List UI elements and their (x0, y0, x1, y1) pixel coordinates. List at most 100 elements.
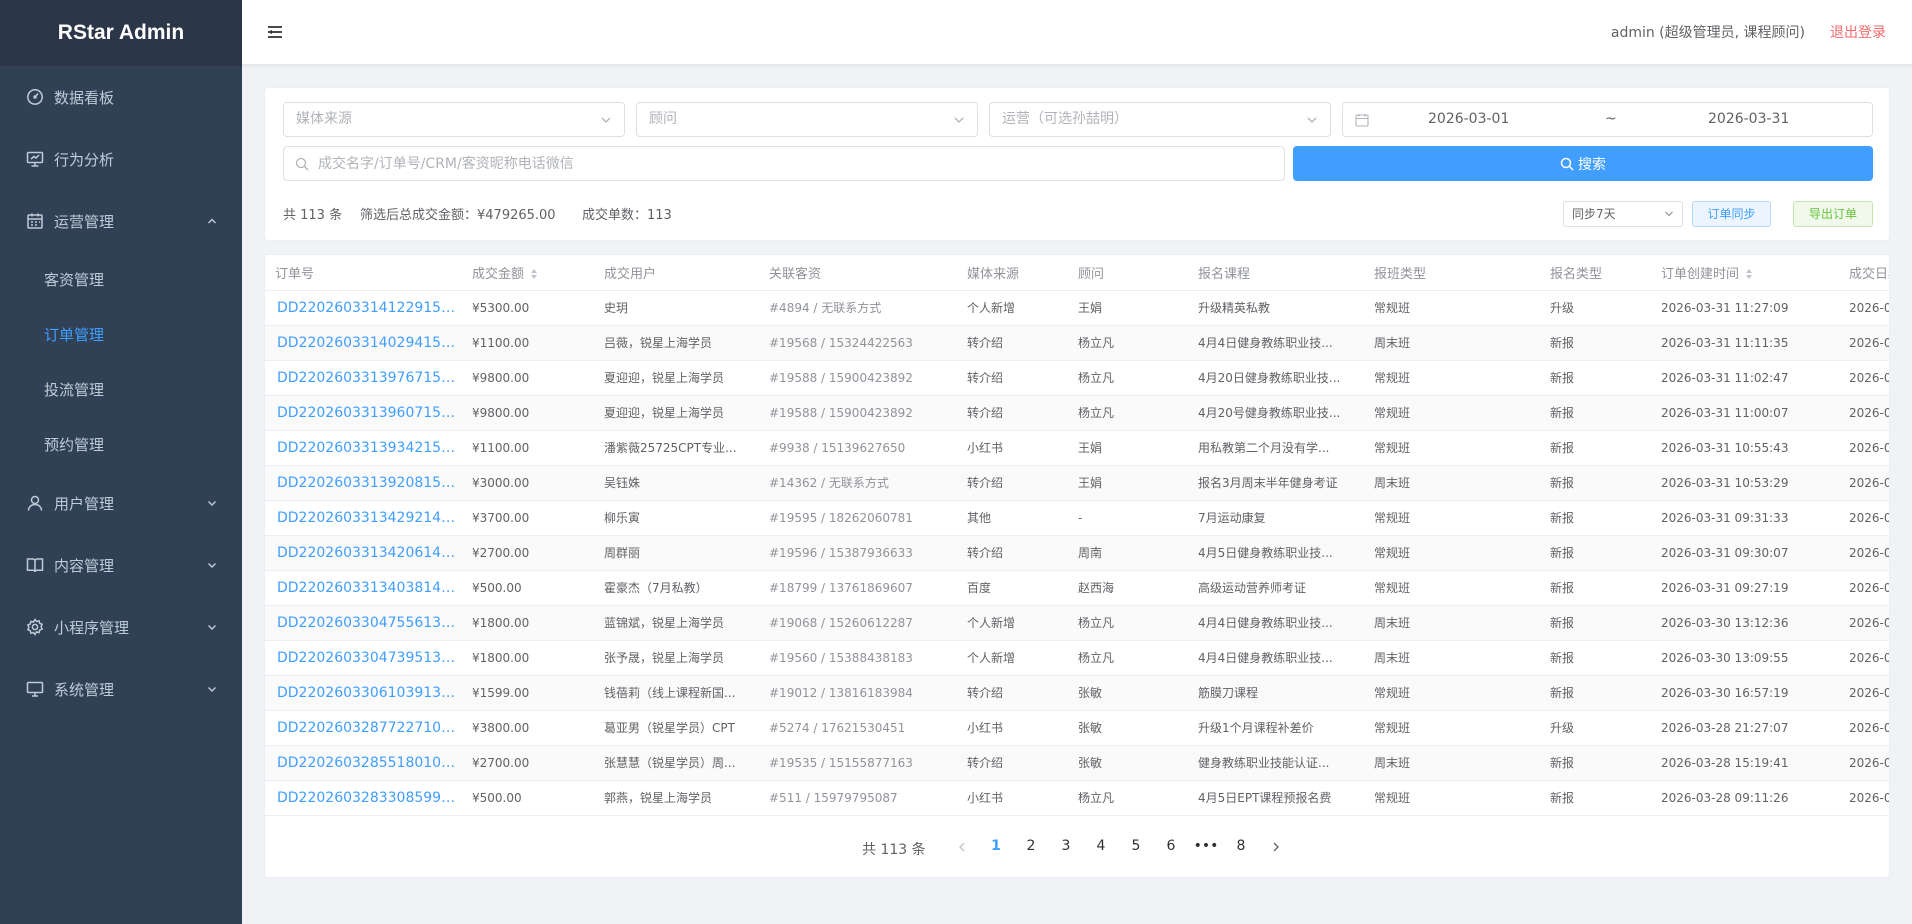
cell-created-at: 2026-03-31 11:00:07 (1651, 395, 1839, 431)
cell-amount: ¥3800.00 (462, 710, 594, 746)
date-start[interactable]: 2026-03-01 (1428, 103, 1509, 136)
cell-deal-date: 2026-0 (1839, 430, 1889, 466)
menu-content[interactable]: 内容管理 (0, 534, 242, 596)
table-row[interactable]: DD2202603314122915228 ¥5300.00 史玥 #4894 / 无… (265, 290, 1889, 326)
col-lead: 关联客资 (759, 255, 957, 291)
menu-behavior[interactable]: 行为分析 (0, 128, 242, 190)
cell-order-no[interactable]: DD2202603313920815122 (265, 465, 462, 501)
order-sync-button[interactable]: 订单同步 (1692, 201, 1771, 227)
table-row[interactable]: DD2202603313420614885 ¥2700.00 周群丽 #19596 /… (265, 535, 1889, 571)
col-amount[interactable]: 成交金额 (462, 255, 594, 291)
menu-miniprogram[interactable]: 小程序管理 (0, 596, 242, 658)
cell-order-no[interactable]: DD2202603313429214890 (265, 500, 462, 536)
menu-users[interactable]: 用户管理 (0, 472, 242, 534)
cell-lead: #19588 / 15900423892 (759, 360, 957, 396)
current-user: admin (超级管理员, 课程顾问) (1610, 25, 1805, 41)
cell-class-type: 常规班 (1364, 395, 1540, 431)
date-end[interactable]: 2026-03-31 (1708, 103, 1789, 136)
cell-order-no[interactable]: DD2202603306103913794 (265, 675, 462, 711)
cell-customer: 周群丽 (594, 535, 759, 571)
keyword-search-input[interactable] (318, 147, 1218, 180)
search-button-label: 搜索 (1578, 156, 1606, 173)
table-row[interactable]: DD2202603314029415184 ¥1100.00 吕薇，锐星上海学员 #1… (265, 325, 1889, 361)
cell-order-no[interactable]: DD2202603313934215137 (265, 430, 462, 466)
book-icon (26, 556, 44, 574)
cell-consultant: 杨立凡 (1068, 360, 1188, 396)
table-row[interactable]: DD2202603313403814877 ¥500.00 霍豪杰（7月私教） #18… (265, 570, 1889, 606)
page-4[interactable]: 4 (1086, 838, 1116, 854)
submenu-orders[interactable]: 订单管理 (0, 307, 242, 362)
cell-amount: ¥1800.00 (462, 605, 594, 641)
media-source-select[interactable]: 媒体来源 (283, 102, 625, 137)
cell-deal-date: 2026-0 (1839, 325, 1889, 361)
logout-link[interactable]: 退出登录 (1830, 22, 1886, 42)
sync-range-select[interactable]: 同步7天 (1563, 201, 1683, 227)
page-6[interactable]: 6 (1156, 838, 1186, 854)
table-row[interactable]: DD2202603304755613006 ¥1800.00 蓝锦斌，锐星上海学员 #… (265, 605, 1889, 641)
cell-order-no[interactable]: DD2202603314122915228 (265, 290, 462, 326)
table-row[interactable]: DD2202603306103913794 ¥1599.00 钱蓓莉（线上课程新国.… (265, 675, 1889, 711)
table-row[interactable]: DD2202603313429214890 ¥3700.00 柳乐寅 #19595 /… (265, 500, 1889, 536)
menu-dashboard[interactable]: 数据看板 (0, 66, 242, 128)
page-3[interactable]: 3 (1051, 838, 1081, 854)
cell-consultant: 杨立凡 (1068, 395, 1188, 431)
cell-order-no[interactable]: DD2202603313976715158 (265, 360, 462, 396)
hamburger-icon[interactable] (266, 23, 284, 41)
menu-system[interactable]: 系统管理 (0, 658, 242, 720)
table-row[interactable]: DD2202603285518010387 ¥2700.00 张慧慧（锐星学员）周.… (265, 745, 1889, 781)
cell-order-no[interactable]: DD2202603304739513003 (265, 640, 462, 676)
table-row[interactable]: DD2202603313976715158 ¥9800.00 夏迎迎，锐星上海学员 #… (265, 360, 1889, 396)
next-page-icon[interactable] (1270, 840, 1282, 854)
table-row[interactable]: DD2202603287722710888 ¥3800.00 葛亚男（锐星学员）CP… (265, 710, 1889, 746)
table-row[interactable]: DD2202603313920815122 ¥3000.00 吴钰姝 #14362 /… (265, 465, 1889, 501)
cell-order-no[interactable]: DD2202603313960715151 (265, 395, 462, 431)
cell-class-type: 常规班 (1364, 570, 1540, 606)
chevron-down-icon (208, 501, 216, 506)
col-created-at[interactable]: 订单创建时间 (1651, 255, 1839, 291)
table-row[interactable]: DD2202603304739513003 ¥1800.00 张予晟，锐星上海学员 #… (265, 640, 1889, 676)
cell-class-type: 常规班 (1364, 430, 1540, 466)
table-row[interactable]: DD2202603313960715151 ¥9800.00 夏迎迎，锐星上海学员 #… (265, 395, 1889, 431)
keyword-search-field[interactable] (283, 146, 1285, 181)
sort-icon[interactable] (1745, 268, 1753, 280)
page-ellipsis[interactable]: ••• (1191, 838, 1221, 854)
cell-consultant: 张敏 (1068, 675, 1188, 711)
page-1[interactable]: 1 (981, 838, 1011, 854)
cell-deal-date: 2026-0 (1839, 640, 1889, 676)
cell-order-no[interactable]: DD2202603313420614885 (265, 535, 462, 571)
submenu-leads[interactable]: 客资管理 (0, 252, 242, 307)
prev-page-icon[interactable] (956, 840, 968, 854)
sort-icon[interactable] (530, 268, 538, 280)
filter-panel: 媒体来源 顾问 运营（可选孙喆明） 2026-03-01 ~ 2026-03-3… (264, 87, 1890, 241)
col-deal-date: 成交日期 (1839, 255, 1889, 291)
submenu-appointments[interactable]: 预约管理 (0, 417, 242, 472)
consultant-select[interactable]: 顾问 (636, 102, 978, 137)
cell-media-source: 小红书 (957, 430, 1068, 466)
cell-enroll-type: 升级 (1540, 710, 1651, 746)
cell-enroll-type: 新报 (1540, 570, 1651, 606)
operator-select[interactable]: 运营（可选孙喆明） (989, 102, 1331, 137)
submenu-ads[interactable]: 投流管理 (0, 362, 242, 417)
page-8[interactable]: 8 (1226, 838, 1256, 854)
col-media-source: 媒体来源 (957, 255, 1068, 291)
cell-order-no[interactable]: DD2202603287722710888 (265, 710, 462, 746)
page-2[interactable]: 2 (1016, 838, 1046, 854)
date-range-picker[interactable]: 2026-03-01 ~ 2026-03-31 (1342, 102, 1873, 137)
cell-order-no[interactable]: DD2202603313403814877 (265, 570, 462, 606)
cell-order-no[interactable]: DD2202603285518010387 (265, 745, 462, 781)
cell-amount: ¥500.00 (462, 570, 594, 606)
cell-deal-date: 2026-0 (1839, 570, 1889, 606)
cell-created-at: 2026-03-30 13:12:36 (1651, 605, 1839, 641)
page-5[interactable]: 5 (1121, 838, 1151, 854)
export-orders-button[interactable]: 导出订单 (1793, 201, 1873, 227)
filtered-amount: 筛选后总成交金额：¥479265.00 (360, 208, 556, 223)
cell-order-no[interactable]: DD2202603304755613006 (265, 605, 462, 641)
cell-order-no[interactable]: DD2202603283308599742 (265, 780, 462, 816)
table-row[interactable]: DD2202603313934215137 ¥1100.00 潘紫薇25725CPT… (265, 430, 1889, 466)
table-row[interactable]: DD2202603283308599742 ¥500.00 郭燕，锐星上海学员 #51… (265, 780, 1889, 816)
search-button[interactable]: 搜索 (1293, 146, 1873, 181)
menu-operations[interactable]: 运营管理 (0, 190, 242, 252)
cell-order-no[interactable]: DD2202603314029415184 (265, 325, 462, 361)
cell-amount: ¥1100.00 (462, 325, 594, 361)
cell-customer: 张慧慧（锐星学员）周... (594, 745, 759, 781)
